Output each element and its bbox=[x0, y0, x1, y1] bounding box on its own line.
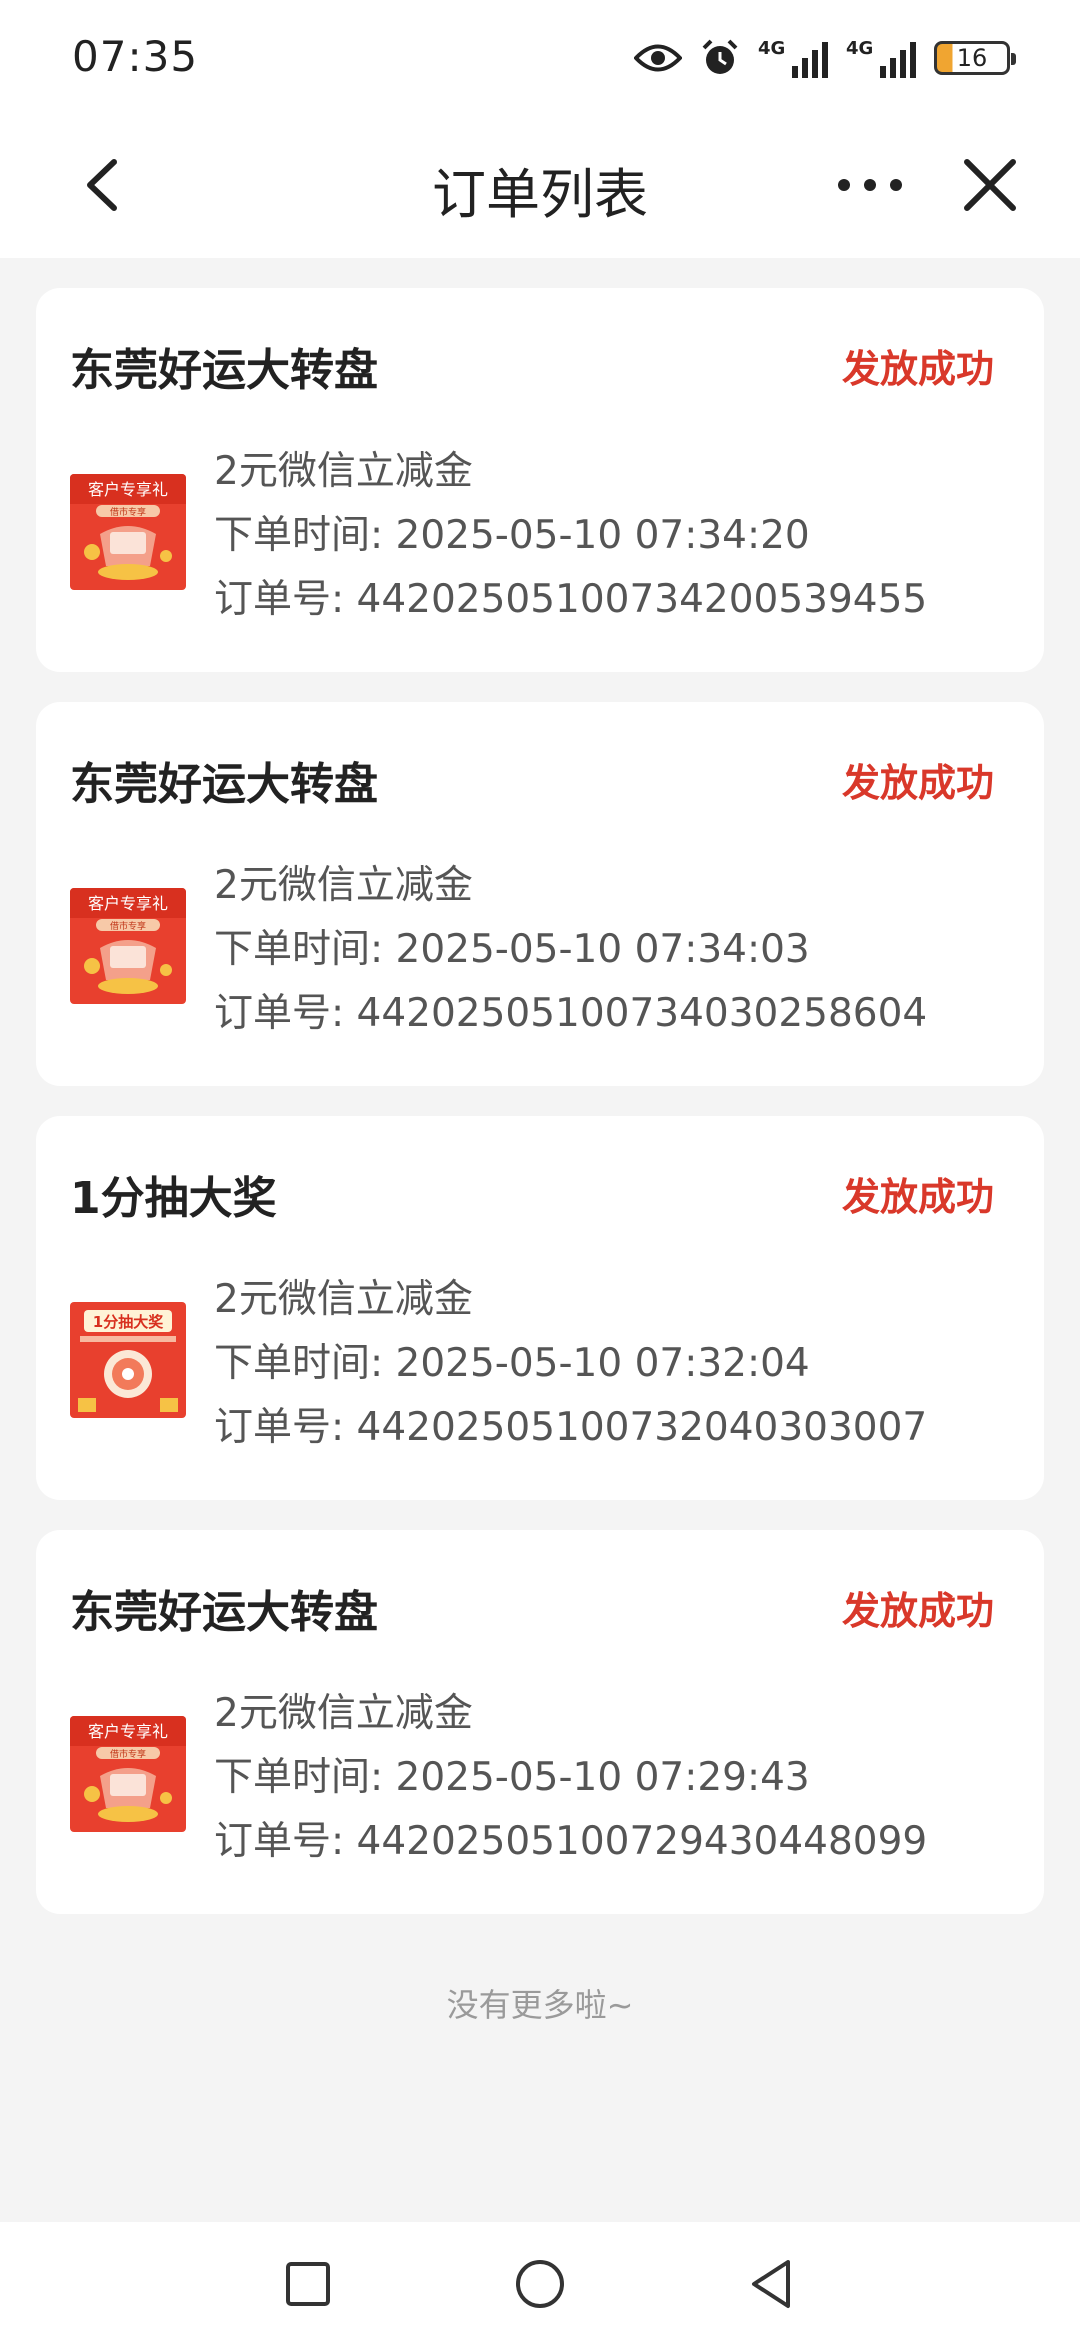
order-info: 2元微信立减金 下单时间: 2025-05-10 07:32:04 订单号: 4… bbox=[214, 1268, 927, 1460]
order-card[interactable]: 1分抽大奖 发放成功 1分抽大奖 2元微信立减金 下单时间: 2025-05-1… bbox=[36, 1116, 1044, 1500]
status-badge: 发放成功 bbox=[841, 761, 994, 805]
status-icons: 4G 4G 16 bbox=[634, 34, 1016, 82]
thumb-sub-label: 借市专享 bbox=[110, 1748, 146, 1760]
order-list: 东莞好运大转盘 发放成功 客户专享礼 借市专享 2元微信立减金 下单时间: 20… bbox=[36, 288, 1044, 1944]
battery-icon: 16 bbox=[934, 41, 1016, 75]
signal-icon: 4G bbox=[758, 38, 828, 78]
status-badge: 发放成功 bbox=[841, 347, 994, 391]
status-bar: 07:35 4G 4G 16 bbox=[0, 0, 1080, 120]
close-icon[interactable] bbox=[955, 150, 1025, 220]
order-number: 订单号: 44202505100729430448099 bbox=[214, 1819, 928, 1864]
eye-icon bbox=[634, 44, 682, 72]
order-item-name: 2元微信立减金 bbox=[214, 863, 473, 908]
list-end-text: 没有更多啦~ bbox=[446, 1986, 634, 2024]
thumb-sub-label: 借市专享 bbox=[110, 920, 146, 932]
thumb-sub-label: 借市专享 bbox=[110, 506, 146, 518]
thumb-label: 客户专享礼 bbox=[88, 480, 168, 499]
order-card[interactable]: 东莞好运大转盘 发放成功 客户专享礼 借市专享 2元微信立减金 下单时间: 20… bbox=[36, 1530, 1044, 1914]
order-title: 东莞好运大转盘 bbox=[70, 345, 378, 396]
order-time: 下单时间: 2025-05-10 07:34:20 bbox=[214, 513, 810, 558]
status-badge: 发放成功 bbox=[841, 1175, 994, 1219]
lottery-thumbnail-icon: 1分抽大奖 bbox=[70, 1302, 186, 1418]
order-item-name: 2元微信立减金 bbox=[214, 1277, 473, 1322]
order-item-name: 2元微信立减金 bbox=[214, 449, 473, 494]
order-title: 1分抽大奖 bbox=[70, 1173, 277, 1224]
recent-apps-icon[interactable] bbox=[278, 2254, 338, 2314]
network-type-label: 4G bbox=[758, 38, 786, 59]
battery-level: 16 bbox=[956, 44, 988, 72]
order-info: 2元微信立减金 下单时间: 2025-05-10 07:34:20 订单号: 4… bbox=[214, 440, 927, 632]
network-type-label: 4G bbox=[846, 38, 874, 59]
order-title: 东莞好运大转盘 bbox=[70, 759, 378, 810]
order-number: 订单号: 44202505100734030258604 bbox=[214, 991, 928, 1036]
gift-thumbnail-icon: 客户专享礼 借市专享 bbox=[70, 474, 186, 590]
thumb-label: 客户专享礼 bbox=[88, 894, 168, 913]
gift-thumbnail-icon: 客户专享礼 借市专享 bbox=[70, 888, 186, 1004]
signal-icon: 4G bbox=[846, 38, 916, 78]
order-card[interactable]: 东莞好运大转盘 发放成功 客户专享礼 借市专享 2元微信立减金 下单时间: 20… bbox=[36, 702, 1044, 1086]
gift-thumbnail-icon: 客户专享礼 借市专享 bbox=[70, 1716, 186, 1832]
status-time: 07:35 bbox=[72, 32, 199, 81]
thumb-label: 1分抽大奖 bbox=[93, 1313, 164, 1331]
thumb-label: 客户专享礼 bbox=[88, 1722, 168, 1741]
order-time: 下单时间: 2025-05-10 07:34:03 bbox=[214, 927, 810, 972]
order-number: 订单号: 442025051007342005​39455 bbox=[214, 577, 928, 622]
order-time: 下单时间: 2025-05-10 07:32:04 bbox=[214, 1341, 810, 1386]
status-badge: 发放成功 bbox=[841, 1589, 994, 1633]
more-dots-icon[interactable] bbox=[830, 150, 910, 220]
nav-bar: 订单列表 bbox=[0, 120, 1080, 258]
order-item-name: 2元微信立减金 bbox=[214, 1691, 473, 1736]
order-info: 2元微信立减金 下单时间: 2025-05-10 07:34:03 订单号: 4… bbox=[214, 854, 927, 1046]
order-title: 东莞好运大转盘 bbox=[70, 1587, 378, 1638]
order-card[interactable]: 东莞好运大转盘 发放成功 客户专享礼 借市专享 2元微信立减金 下单时间: 20… bbox=[36, 288, 1044, 672]
order-info: 2元微信立减金 下单时间: 2025-05-10 07:29:43 订单号: 4… bbox=[214, 1682, 927, 1874]
alarm-icon bbox=[702, 39, 738, 74]
order-time: 下单时间: 2025-05-10 07:29:43 bbox=[214, 1755, 810, 1800]
back-icon[interactable] bbox=[742, 2254, 802, 2314]
order-number: 订单号: 44202505100732040303007 bbox=[214, 1405, 928, 1450]
system-nav-bar bbox=[0, 2222, 1080, 2340]
page-title: 订单列表 bbox=[432, 163, 648, 226]
home-icon[interactable] bbox=[510, 2254, 570, 2314]
